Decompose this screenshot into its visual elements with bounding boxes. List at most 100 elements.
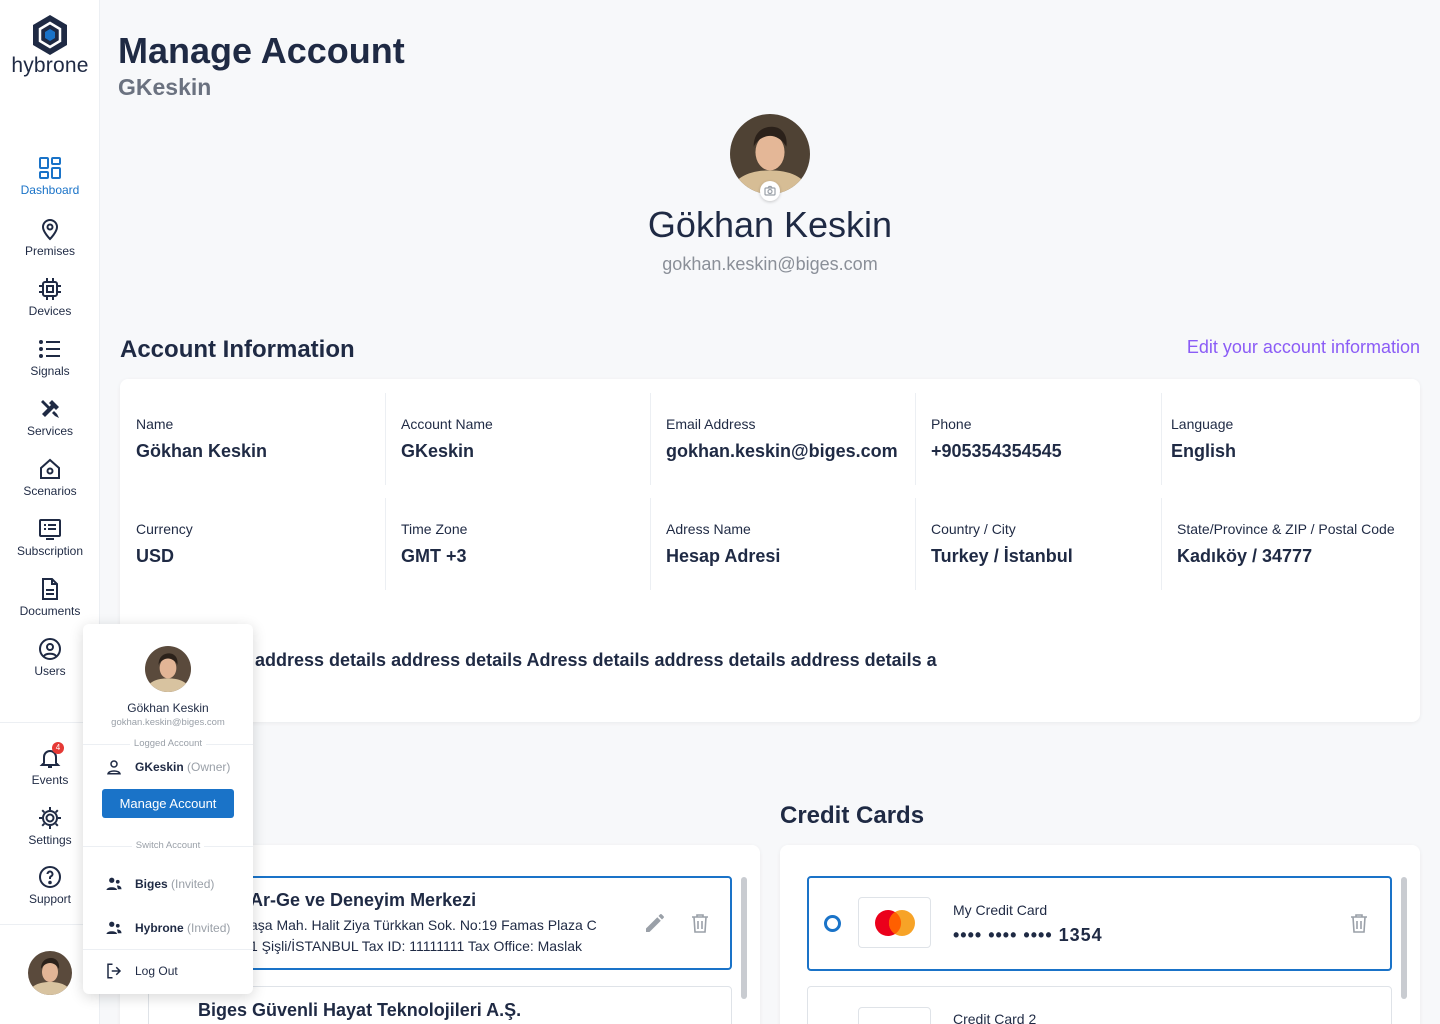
dashboard-icon [39,157,61,179]
list-icon [39,340,60,358]
field-value: +905354354545 [931,441,1062,461]
sidebar-item-label: Subscription [16,544,84,558]
sidebar-item-label: Scenarios [23,484,77,498]
field-value: USD [136,546,175,566]
credit-cards-scrollbar[interactable] [1401,877,1407,999]
group-icon [106,877,122,890]
help-icon [39,866,61,888]
sidebar-item-dashboard[interactable]: Dashboard [0,156,100,197]
group-icon [106,921,122,934]
sidebar-item-subscription[interactable]: Subscription [0,517,100,558]
card-number: •••• •••• •••• 1354 [953,925,1103,945]
field-label: Name [136,416,174,432]
caption-text: Switch Account [131,840,205,851]
address-title: Biges Güvenli Hayat Teknolojileri A.Ş. [198,1000,522,1020]
field-value: GKeskin [401,441,475,461]
field-value: Kadıköy / 34777 [1177,546,1313,566]
switch-account-biges[interactable]: Biges (Invited) [105,873,245,895]
gear-icon [39,807,61,829]
card-brand-box [858,897,931,948]
switch-account-caption: Switch Account [83,840,253,851]
delete-trash-icon[interactable] [1347,911,1371,935]
field-label: Email Address [666,416,756,432]
account-menu: Gökhan Keskin gokhan.keskin@biges.com Lo… [83,624,253,994]
field-value: GMT +3 [401,546,467,566]
profile-email: gokhan.keskin@biges.com [662,254,878,274]
field-value: Hesap Adresi [666,546,781,566]
field-label: State/Province & ZIP / Postal Code [1177,521,1395,537]
menu-avatar [145,646,191,692]
profile-avatar-wrap [730,114,810,201]
field-label: Language [1171,416,1234,432]
sidebar-item-scenarios[interactable]: Scenarios [0,457,100,498]
field-name: Name Gökhan Keskin [120,393,386,485]
field-language: Language English [1155,393,1405,485]
sidebar-item-devices[interactable]: Devices [0,277,100,318]
user-circle-icon [39,638,61,660]
account-info-title: Account Information [120,336,355,363]
subscription-icon [39,519,61,540]
sidebar-item-premises[interactable]: Premises [0,217,100,258]
field-label: Country / City [931,521,1016,537]
sidebar-item-documents[interactable]: Documents [0,577,100,618]
page-subtitle: GKeskin [118,74,212,100]
sidebar-item-label: Documents [19,604,81,618]
menu-divider [83,949,253,950]
field-label: Time Zone [401,521,468,537]
field-email: Email Address gokhan.keskin@biges.com [650,393,916,485]
edit-pencil-icon[interactable] [643,911,667,935]
sidebar-item-services[interactable]: Services [0,397,100,438]
location-pin-icon [41,219,59,241]
card-name: My Credit Card [953,902,1048,918]
addresses-scrollbar[interactable] [741,877,747,999]
address-title: Ar-Ge ve Deneyim Merkezi [250,890,477,910]
delete-trash-icon[interactable] [688,911,712,935]
sidebar-item-label: Dashboard [20,183,80,197]
field-label: Account Name [401,416,493,432]
sidebar-item-signals[interactable]: Signals [0,337,100,378]
switch-account-hybrone[interactable]: Hybrone (Invited) [105,917,245,939]
profile-header: Gökhan Keskin gokhan.keskin@biges.com [520,114,1020,275]
logged-account-caption: Logged Account [83,738,253,749]
sidebar-item-label: Signals [30,364,70,378]
logged-account-role: (Owner) [187,760,231,774]
address-line: 1 Şişli/İSTANBUL Tax ID: 11111111 Tax Of… [250,938,582,954]
notification-badge: 4 [52,742,64,754]
field-label: Currency [136,521,193,537]
sidebar-item-label: Services [26,424,73,438]
address-details-text: address details address details Adress d… [255,650,937,670]
field-country-city: Country / City Turkey / İstanbul [915,498,1162,590]
logged-account-row: GKeskin (Owner) [105,756,245,778]
mastercard-icon [875,910,915,936]
hybrone-logo-icon [33,15,67,55]
logout-icon [107,963,122,979]
user-icon [107,760,121,775]
field-account-name: Account Name GKeskin [385,393,651,485]
user-avatar[interactable] [28,951,72,995]
address-line: aşa Mah. Halit Ziya Türkkan Sok. No:19 F… [250,917,597,933]
card-select-radio[interactable] [824,915,841,932]
caption-text: Logged Account [129,738,207,749]
sidebar-item-label: Premises [24,244,75,258]
logout-button[interactable]: Log Out [105,960,245,982]
brand-wordmark: hybrone [11,54,89,77]
logged-account-name: GKeskin [135,760,184,774]
manage-account-button[interactable]: Manage Account [102,789,234,818]
switch-account-name: Hybrone [135,921,184,935]
brand-logo[interactable]: hybrone [0,14,100,78]
user-photo-icon [28,951,72,995]
menu-user-email: gokhan.keskin@biges.com [111,717,225,728]
field-currency: Currency USD [120,498,386,590]
user-photo-icon [145,646,191,692]
menu-user-name: Gökhan Keskin [127,701,209,715]
field-label: Phone [931,416,972,432]
page-title: Manage Account [118,30,405,71]
field-address-name: Adress Name Hesap Adresi [650,498,916,590]
field-phone: Phone +905354354545 [915,393,1162,485]
tools-icon [41,400,59,418]
switch-account-name: Biges [135,877,168,891]
profile-name: Gökhan Keskin [647,204,893,245]
camera-icon [764,185,776,196]
change-photo-button[interactable] [760,181,780,201]
edit-account-link[interactable]: Edit your account information [1187,337,1420,358]
